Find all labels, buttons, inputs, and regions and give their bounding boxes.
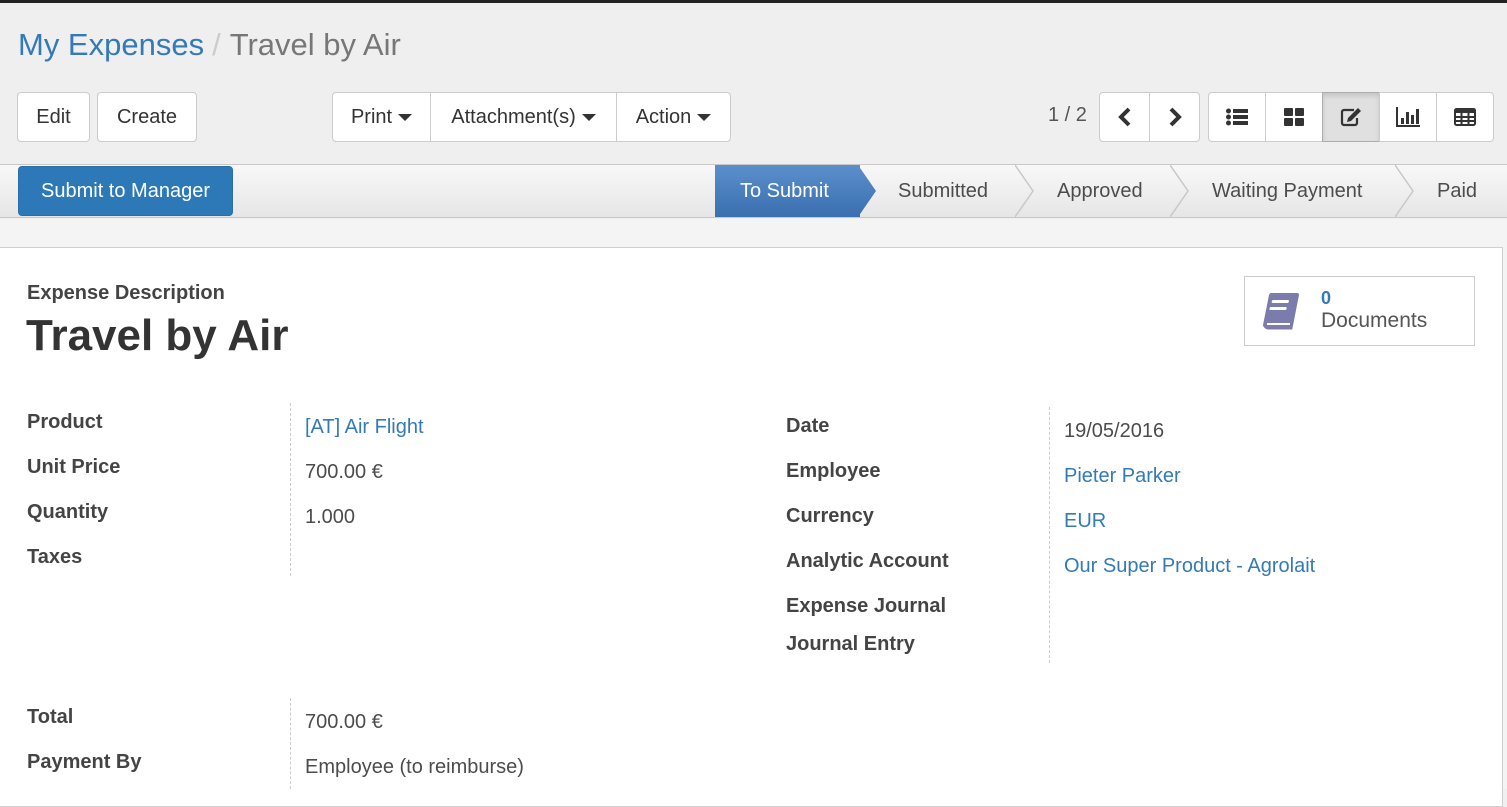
pager-next-button[interactable] <box>1149 92 1200 142</box>
journal-entry-label: Journal Entry <box>786 633 915 655</box>
stage-to-submit[interactable]: To Submit <box>715 165 876 217</box>
group-divider <box>1049 407 1050 663</box>
employee-value[interactable]: Pieter Parker <box>1064 465 1181 488</box>
payment-by-value: Employee (to reimburse) <box>305 756 524 778</box>
chevron-left-icon <box>1117 107 1130 127</box>
stage-label: Approved <box>1057 179 1143 202</box>
edit-button[interactable]: Edit <box>17 92 90 142</box>
graph-view-button[interactable] <box>1379 92 1437 142</box>
kanban-view-button[interactable] <box>1265 92 1323 142</box>
analytic-account-label: Analytic Account <box>786 550 949 572</box>
edit-icon <box>1340 108 1361 127</box>
pivot-view-button[interactable] <box>1436 92 1494 142</box>
breadcrumb: My Expenses / Travel by Air <box>18 27 401 63</box>
table-icon <box>1454 108 1476 126</box>
group-divider <box>290 403 291 576</box>
stage-arrow <box>1395 165 1414 217</box>
stage-label: Waiting Payment <box>1212 179 1363 202</box>
caret-down-icon <box>581 113 596 121</box>
left-field-group: Product [AT] Air Flight Unit Price 700.0… <box>0 403 700 576</box>
analytic-account-value[interactable]: Our Super Product - Agrolait <box>1064 555 1315 578</box>
breadcrumb-separator: / <box>212 27 221 62</box>
date-label: Date <box>786 415 830 437</box>
record-title: Travel by Air <box>26 311 289 360</box>
documents-label: Documents <box>1321 309 1428 332</box>
employee-label: Employee <box>786 460 881 482</box>
currency-value[interactable]: EUR <box>1064 510 1106 533</box>
right-field-group: Date 19/05/2016 Employee Pieter Parker C… <box>760 407 1500 663</box>
bottom-field-group: Total 700.00 € Payment By Employee (to r… <box>0 698 700 789</box>
create-button[interactable]: Create <box>97 92 197 142</box>
stage-label: Submitted <box>898 179 989 202</box>
pager-value: 1 / 2 <box>1048 104 1087 126</box>
print-label: Print <box>350 105 393 128</box>
caret-down-icon <box>697 113 712 121</box>
expense-journal-label: Expense Journal <box>786 595 947 617</box>
expense-description-label: Expense Description <box>27 282 225 304</box>
print-dropdown[interactable]: Print <box>332 92 431 142</box>
statusbar: Submit to Manager To Submit Submitted Ap… <box>0 165 1507 218</box>
list-icon <box>1226 108 1248 126</box>
stage-label: To Submit <box>740 179 829 202</box>
currency-label: Currency <box>786 505 874 527</box>
stage-label: Paid <box>1437 179 1478 202</box>
documents-count: 0 <box>1321 288 1332 308</box>
unit-price-value: 700.00 € <box>305 461 383 483</box>
form-view-button[interactable] <box>1322 92 1380 142</box>
breadcrumb-current: Travel by Air <box>229 27 401 62</box>
list-view-button[interactable] <box>1208 92 1266 142</box>
product-value[interactable]: [AT] Air Flight <box>305 416 424 439</box>
taxes-label: Taxes <box>27 546 83 568</box>
payment-by-label: Payment By <box>27 751 142 773</box>
stage-submitted[interactable]: Submitted <box>860 165 1034 217</box>
action-label: Action <box>635 105 692 128</box>
submit-to-manager-button[interactable]: Submit to Manager <box>18 166 233 216</box>
total-value: 700.00 € <box>305 711 383 733</box>
kanban-icon <box>1284 108 1304 126</box>
total-label: Total <box>27 706 74 728</box>
attachments-label: Attachment(s) <box>451 105 576 128</box>
breadcrumb-parent-link[interactable]: My Expenses <box>18 27 204 62</box>
action-dropdown[interactable]: Action <box>616 92 731 142</box>
view-switcher <box>1208 92 1494 142</box>
pager-buttons <box>1099 92 1200 142</box>
attachments-dropdown[interactable]: Attachment(s) <box>430 92 617 142</box>
sidebar-actions: Print Attachment(s) Action <box>332 92 731 142</box>
group-divider <box>290 698 291 789</box>
date-value: 19/05/2016 <box>1064 420 1165 442</box>
book-icon <box>1263 293 1299 330</box>
quantity-label: Quantity <box>27 501 109 523</box>
documents-button[interactable]: 0 Documents <box>1244 276 1475 346</box>
quantity-value: 1.000 <box>305 506 356 528</box>
stage-approved[interactable]: Approved <box>1017 165 1189 217</box>
stage-waiting-payment[interactable]: Waiting Payment <box>1172 165 1414 217</box>
unit-price-label: Unit Price <box>27 456 121 478</box>
product-label: Product <box>27 411 103 433</box>
bar-chart-icon <box>1396 107 1420 127</box>
chevron-right-icon <box>1169 107 1182 127</box>
pager-previous-button[interactable] <box>1099 92 1150 142</box>
status-stages: To Submit Submitted Approved Waiting Pay… <box>715 165 1507 217</box>
caret-down-icon <box>398 113 413 121</box>
stage-arrow <box>858 165 876 217</box>
stage-arrow <box>1170 165 1189 217</box>
stage-arrow <box>1015 165 1034 217</box>
